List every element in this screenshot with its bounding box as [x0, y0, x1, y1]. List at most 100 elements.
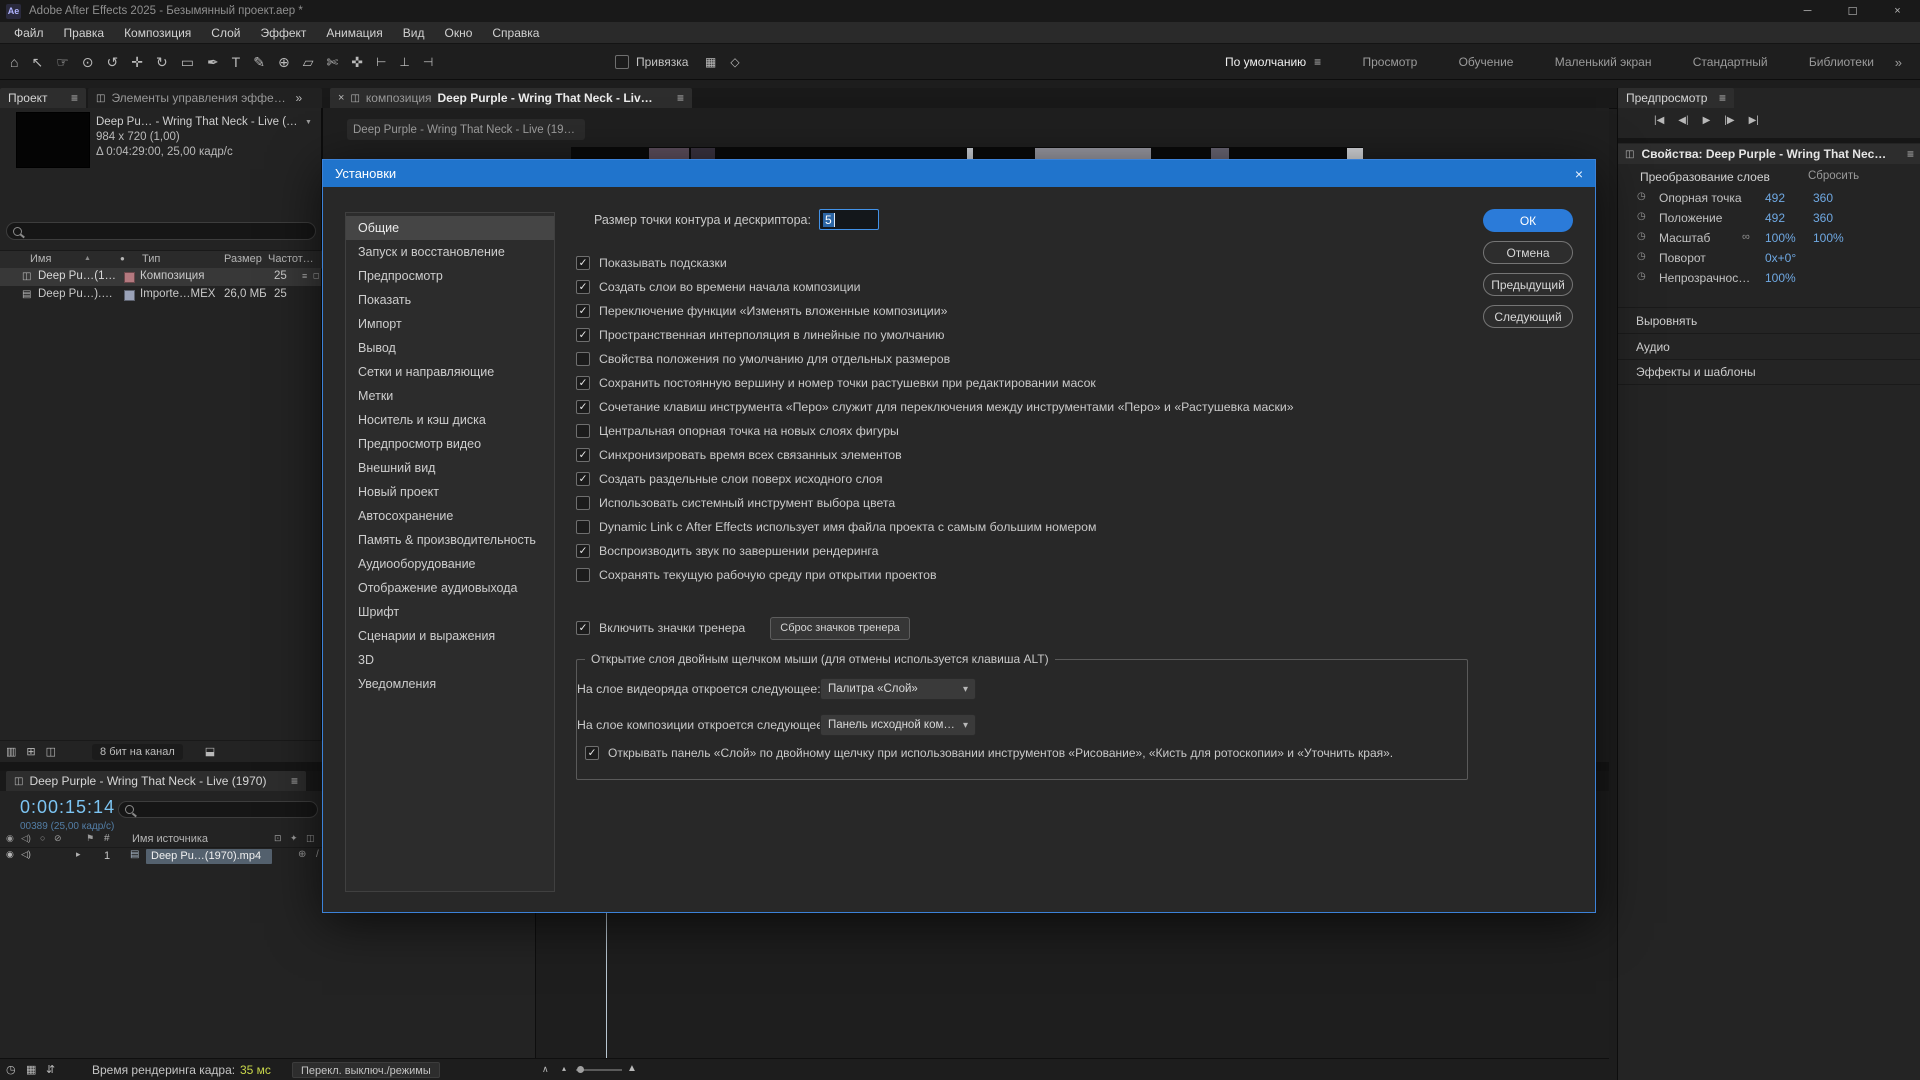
- last-frame-icon[interactable]: ▶|: [1749, 115, 1759, 126]
- comp-layer-dropdown[interactable]: Панель исходной ком… ▾: [820, 714, 976, 736]
- sidebar-item-memory-performance[interactable]: Память & производительность: [346, 528, 554, 552]
- checkbox-icon[interactable]: ✓: [576, 621, 590, 635]
- workspace-review[interactable]: Просмотр: [1362, 55, 1417, 69]
- section-audio[interactable]: Аудио: [1618, 333, 1920, 359]
- checkbox-icon[interactable]: [576, 496, 590, 510]
- pref-option-row[interactable]: Центральная опорная точка на новых слоях…: [576, 419, 1294, 443]
- close-icon[interactable]: ×: [1875, 0, 1920, 22]
- sidebar-item-audio-hardware[interactable]: Аудиооборудование: [346, 552, 554, 576]
- eye-column-icon[interactable]: ◉: [6, 833, 14, 844]
- property-row-rotation[interactable]: ◷ Поворот 0x+0°: [1618, 248, 1920, 268]
- pref-option-row[interactable]: Сохранять текущую рабочую среду при откр…: [576, 563, 1294, 587]
- sidebar-item-previews[interactable]: Предпросмотр: [346, 264, 554, 288]
- shape-tool-icon[interactable]: ▭: [181, 54, 194, 71]
- path-point-size-input[interactable]: 5: [819, 209, 879, 230]
- sidebar-item-audio-output-mapping[interactable]: Отображение аудиовыхода: [346, 576, 554, 600]
- grid-snap-icon[interactable]: ▦: [705, 55, 716, 69]
- sidebar-item-startup-repair[interactable]: Запуск и восстановление: [346, 240, 554, 264]
- column-name[interactable]: Имя: [30, 253, 51, 265]
- panel-menu-icon[interactable]: ≡: [71, 91, 78, 105]
- section-effects-presets[interactable]: Эффекты и шаблоны: [1618, 359, 1920, 385]
- zoom-out-icon[interactable]: ▴: [562, 1064, 566, 1073]
- sidebar-item-notifications[interactable]: Уведомления: [346, 672, 554, 696]
- row-box-icon[interactable]: ◻: [313, 271, 320, 280]
- ok-button[interactable]: ОК: [1483, 209, 1573, 232]
- menu-animation[interactable]: Анимация: [316, 26, 392, 40]
- sidebar-item-new-project[interactable]: Новый проект: [346, 480, 554, 504]
- checkbox-icon[interactable]: [576, 352, 590, 366]
- sidebar-item-media-disk-cache[interactable]: Носитель и кэш диска: [346, 408, 554, 432]
- selection-tool-icon[interactable]: ↖: [31, 54, 43, 71]
- hand-tool-icon[interactable]: ☞: [56, 54, 69, 71]
- previous-frame-icon[interactable]: ◀|: [1678, 115, 1688, 126]
- pref-option-row[interactable]: ✓ Пространственная интерполяция в линейн…: [576, 323, 1294, 347]
- stopwatch-icon[interactable]: ◷: [1637, 211, 1646, 222]
- pref-option-row[interactable]: ✓ Создать раздельные слои поверх исходно…: [576, 467, 1294, 491]
- checkbox-icon[interactable]: [576, 424, 590, 438]
- align-bottom-icon[interactable]: ⊥: [399, 55, 409, 69]
- sidebar-item-appearance[interactable]: Внешний вид: [346, 456, 554, 480]
- next-frame-icon[interactable]: |▶: [1724, 115, 1734, 126]
- lock-column-icon[interactable]: ⊘: [54, 833, 62, 844]
- pref-option-row[interactable]: ✓ Переключение функции «Изменять вложенн…: [576, 299, 1294, 323]
- sidebar-item-3d[interactable]: 3D: [346, 648, 554, 672]
- sidebar-item-output[interactable]: Вывод: [346, 336, 554, 360]
- checkbox-icon[interactable]: [576, 520, 590, 534]
- eraser-tool-icon[interactable]: ▱: [303, 54, 314, 71]
- checkbox-icon[interactable]: ✓: [576, 376, 590, 390]
- parent-column-icon[interactable]: ◫: [306, 833, 315, 844]
- menu-file[interactable]: Файл: [4, 26, 54, 40]
- stopwatch-icon[interactable]: ◷: [1637, 251, 1646, 262]
- layer-mode-icon[interactable]: /: [316, 849, 319, 860]
- workspace-default[interactable]: По умолчанию: [1225, 55, 1306, 69]
- footage-layer-dropdown[interactable]: Палитра «Слой» ▾: [820, 678, 976, 700]
- sidebar-item-video-preview[interactable]: Предпросмотр видео: [346, 432, 554, 456]
- layer-name[interactable]: Deep Pu…(1970).mp4: [146, 849, 272, 864]
- maximize-icon[interactable]: ☐: [1830, 0, 1875, 22]
- column-size[interactable]: Размер: [224, 253, 262, 265]
- sidebar-item-display[interactable]: Показать: [346, 288, 554, 312]
- sidebar-item-type[interactable]: Шрифт: [346, 600, 554, 624]
- zoom-in-icon[interactable]: ▲: [627, 1063, 637, 1074]
- new-folder-icon[interactable]: ⊞: [26, 745, 35, 758]
- properties-panel-header[interactable]: ◫ Свойства: Deep Purple - Wring That Nec…: [1618, 144, 1920, 164]
- property-value-y[interactable]: 360: [1813, 211, 1833, 225]
- stopwatch-icon[interactable]: ◷: [1637, 271, 1646, 282]
- menu-help[interactable]: Справка: [482, 26, 549, 40]
- tab-project[interactable]: Проект ≡: [0, 88, 86, 108]
- menu-effect[interactable]: Эффект: [250, 26, 316, 40]
- column-type[interactable]: Тип: [142, 253, 160, 265]
- project-row-footage[interactable]: ▤ Deep Pu…).mp4 Importe…MEX 26,0 МБ 25: [0, 286, 321, 304]
- checkbox-icon[interactable]: ✓: [576, 472, 590, 486]
- new-composition-icon[interactable]: ◫: [46, 745, 56, 758]
- checkbox-icon[interactable]: ✓: [585, 746, 599, 760]
- workspace-small-screen[interactable]: Маленький экран: [1555, 55, 1652, 69]
- align-left-icon[interactable]: ⊢: [376, 55, 386, 69]
- pref-option-row[interactable]: ✓ Сохранить постоянную вершину и номер т…: [576, 371, 1294, 395]
- workspace-menu-icon[interactable]: ≡: [1314, 55, 1321, 69]
- property-row-scale[interactable]: ◷ Масштаб ∞ 100% 100%: [1618, 228, 1920, 248]
- label-color-column-icon[interactable]: ●: [120, 254, 125, 263]
- eye-icon[interactable]: ◉: [6, 849, 14, 860]
- property-value-y[interactable]: 100%: [1813, 231, 1844, 245]
- cancel-button[interactable]: Отмена: [1483, 241, 1573, 264]
- panel-menu-icon[interactable]: ≡: [1907, 147, 1914, 161]
- comp-marker-icon[interactable]: ∧: [542, 1064, 549, 1075]
- checkbox-icon[interactable]: ✓: [576, 544, 590, 558]
- minimize-icon[interactable]: ─: [1785, 0, 1830, 22]
- expand-arrow-icon[interactable]: ▸: [76, 849, 81, 860]
- menu-view[interactable]: Вид: [393, 26, 435, 40]
- menu-edit[interactable]: Правка: [54, 26, 115, 40]
- property-value-x[interactable]: 492: [1765, 191, 1785, 205]
- project-row-composition[interactable]: ◫ Deep Pu…(1970) Композиция 25 ≡ ◻: [0, 268, 321, 286]
- property-value-x[interactable]: 100%: [1765, 231, 1796, 245]
- puppet-pin-tool-icon[interactable]: ✜: [351, 54, 363, 71]
- roto-brush-tool-icon[interactable]: ✄: [326, 54, 338, 71]
- align-right-icon[interactable]: ⊣: [423, 55, 433, 69]
- solo-column-icon[interactable]: ○: [40, 833, 45, 843]
- checkbox-icon[interactable]: ✓: [576, 304, 590, 318]
- tab-close-icon[interactable]: ×: [338, 92, 344, 104]
- next-button[interactable]: Следующий: [1483, 305, 1573, 328]
- home-icon[interactable]: ⌂: [10, 54, 18, 70]
- paint-double-click-row[interactable]: ✓ Открывать панель «Слой» по двойному ще…: [585, 746, 1393, 760]
